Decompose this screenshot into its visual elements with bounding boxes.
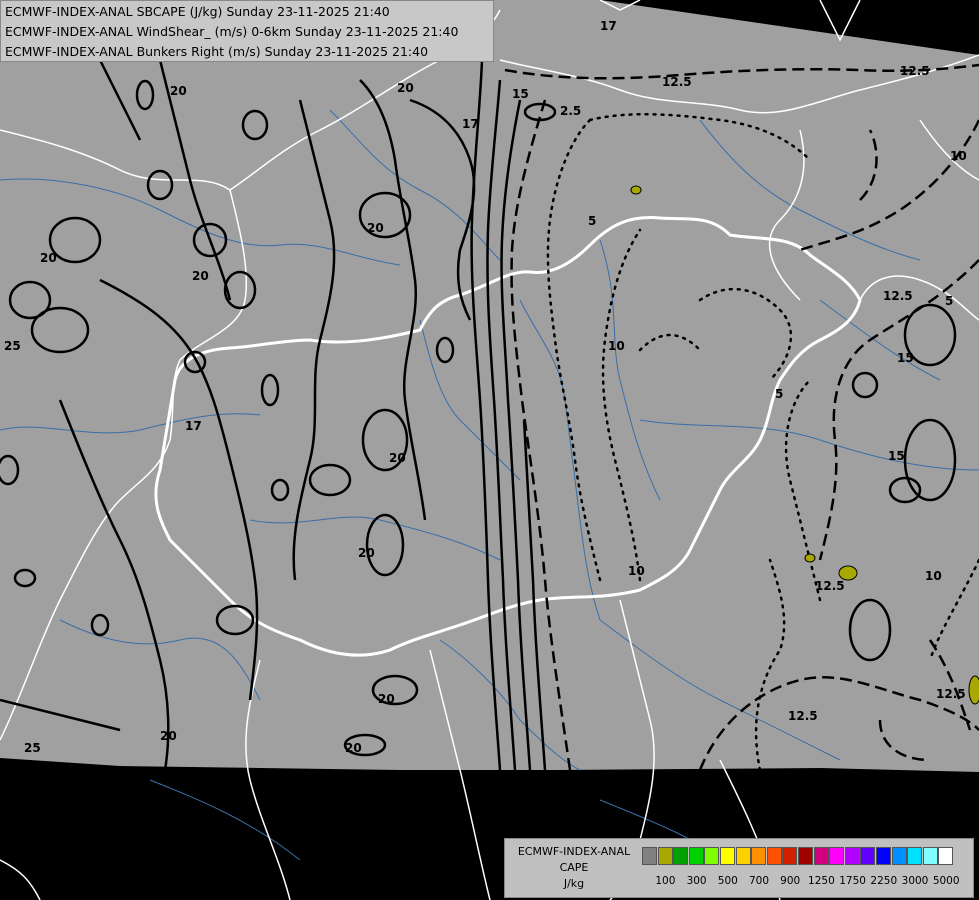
- legend-swatch: [938, 847, 954, 865]
- contour-label: 12.5: [900, 64, 930, 78]
- contour-label: 20: [170, 84, 187, 98]
- contour-label: 20: [389, 451, 406, 465]
- legend-swatch: [766, 847, 782, 865]
- contour-label: 25: [4, 339, 21, 353]
- contour-label: 15: [888, 449, 905, 463]
- legend-swatch: [907, 847, 923, 865]
- title-windshear: ECMWF-INDEX-ANAL WindShear_ (m/s) 0-6km …: [5, 24, 459, 39]
- legend-tick-label: 1250: [808, 875, 835, 887]
- legend-swatch: [782, 847, 798, 865]
- legend-swatch: [813, 847, 829, 865]
- contour-label: 5: [588, 214, 596, 228]
- map-title-box: ECMWF-INDEX-ANAL SBCAPE (J/kg) Sunday 23…: [0, 0, 494, 62]
- data-field: [0, 0, 979, 772]
- contour-label: 12.5: [788, 709, 818, 723]
- contour-label: 17: [462, 117, 479, 131]
- legend-swatch: [798, 847, 813, 865]
- legend-tick-label: 2250: [870, 875, 898, 887]
- legend-tick-label: 3000: [901, 875, 929, 887]
- legend-swatch: [720, 847, 735, 865]
- legend-swatch: [704, 847, 720, 865]
- contour-label: 20: [367, 221, 384, 235]
- contour-label: 20: [358, 546, 375, 560]
- legend-tick-label: 500: [717, 875, 738, 887]
- legend-tick-label: 700: [748, 875, 770, 887]
- title-bunkers: ECMWF-INDEX-ANAL Bunkers Right (m/s) Sun…: [5, 44, 429, 59]
- legend-tick-label: 100: [655, 875, 676, 887]
- contour-label: 20: [40, 251, 57, 265]
- contour-label: 20: [397, 81, 414, 95]
- contour-label: 10: [925, 569, 942, 583]
- legend-swatch: [673, 847, 689, 865]
- legend-tick-label: 300: [686, 875, 707, 887]
- legend-unit: J/kg: [563, 877, 585, 890]
- legend-swatch: [657, 847, 673, 865]
- legend-swatch: [688, 847, 704, 865]
- contour-label: 20: [192, 269, 209, 283]
- legend-swatch: [751, 847, 767, 865]
- contour-label: 10: [608, 339, 625, 353]
- contour-label: 15: [512, 87, 529, 101]
- contour-label: 17: [600, 19, 617, 33]
- legend-tick-label: 900: [780, 875, 801, 887]
- legend-swatch: [642, 847, 657, 865]
- legend-swatch: [735, 847, 751, 865]
- legend-swatch: [891, 847, 907, 865]
- legend-swatch: [829, 847, 845, 865]
- legend-swatch: [876, 847, 891, 865]
- cape-legend: ECMWF-INDEX-ANAL CAPE J/kg 100 300 500 700 9…: [504, 838, 974, 898]
- title-sbcape: ECMWF-INDEX-ANAL SBCAPE (J/kg) Sunday 23…: [5, 4, 390, 19]
- legend-swatch: [922, 847, 938, 865]
- legend-swatch: [860, 847, 876, 865]
- contour-label: 12.5: [662, 75, 692, 89]
- contour-label: 15: [897, 351, 914, 365]
- weather-map: 20 20 20 20 20 20 20 20 20 20 17 17 17 2…: [0, 0, 979, 900]
- legend-tick-label: 1750: [839, 875, 866, 887]
- contour-label: 12.5: [815, 579, 845, 593]
- contour-label: 20: [378, 692, 395, 706]
- contour-label: 5: [775, 387, 783, 401]
- contour-label: 10: [628, 564, 645, 578]
- contour-label: 20: [345, 741, 362, 755]
- contour-label: 10: [950, 149, 967, 163]
- contour-label: 20: [160, 729, 177, 743]
- contour-label: 12.5: [936, 687, 966, 701]
- contour-label: 2.5: [560, 104, 581, 118]
- legend-swatch: [844, 847, 860, 865]
- legend-variable: CAPE: [559, 861, 589, 874]
- contour-label: 25: [24, 741, 41, 755]
- legend-source: ECMWF-INDEX-ANAL: [517, 845, 631, 858]
- legend-tick-label: 5000: [932, 875, 960, 887]
- contour-label: 17: [185, 419, 202, 433]
- contour-label: 5: [945, 294, 953, 308]
- contour-label: 12.5: [883, 289, 913, 303]
